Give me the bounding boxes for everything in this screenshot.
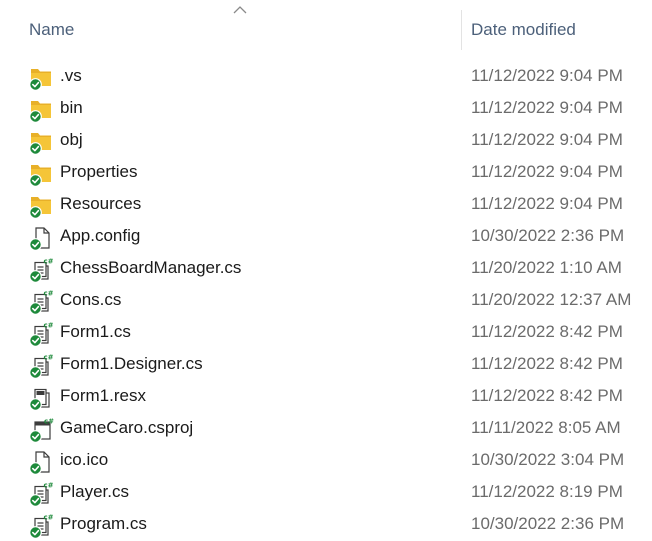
file-date-modified: 11/12/2022 8:19 PM xyxy=(471,482,623,501)
file-name: Properties xyxy=(60,162,138,181)
file-date-modified: 10/30/2022 3:04 PM xyxy=(471,450,625,469)
column-header-date-modified[interactable]: Date modified xyxy=(471,20,576,40)
csharp-file-icon: c# xyxy=(29,290,54,315)
file-date-modified: 11/12/2022 8:42 PM xyxy=(471,354,623,373)
folder-icon xyxy=(29,197,51,219)
folder-icon xyxy=(29,133,51,155)
file-date-modified: 10/30/2022 2:36 PM xyxy=(471,226,625,245)
column-header-bar: Name Date modified xyxy=(0,0,652,56)
csharp-file-icon: c# xyxy=(29,514,54,539)
file-date-modified: 11/20/2022 1:10 AM xyxy=(471,258,622,277)
svg-text:c#: c# xyxy=(44,514,54,522)
file-row[interactable]: c# Player.cs 11/12/2022 8:19 PM xyxy=(0,477,652,509)
column-header-name[interactable]: Name xyxy=(29,20,74,40)
file-row[interactable]: Resources 11/12/2022 9:04 PM xyxy=(0,189,652,221)
file-row[interactable]: c# Program.cs 10/30/2022 2:36 PM xyxy=(0,509,652,541)
file-row[interactable]: c# ChessBoardManager.cs 11/20/2022 1:10 AM xyxy=(0,253,652,285)
file-name: bin xyxy=(60,98,83,117)
svg-text:c#: c# xyxy=(44,417,54,425)
file-name: Program.cs xyxy=(60,514,147,533)
file-date-modified: 11/12/2022 9:04 PM xyxy=(471,162,623,181)
resx-file-icon xyxy=(29,388,50,411)
file-name: obj xyxy=(60,130,83,149)
svg-text:c#: c# xyxy=(44,322,54,330)
file-name: App.config xyxy=(60,226,141,245)
file-row[interactable]: Properties 11/12/2022 9:04 PM xyxy=(0,157,652,189)
file-row[interactable]: c# Cons.cs 11/20/2022 12:37 AM xyxy=(0,285,652,317)
file-name: ChessBoardManager.cs xyxy=(60,258,242,277)
csharp-file-icon: c# xyxy=(29,482,54,507)
file-name: .vs xyxy=(60,66,82,85)
csharp-file-icon: c# xyxy=(29,322,54,347)
file-name: Player.cs xyxy=(60,482,129,501)
file-name: GameCaro.csproj xyxy=(60,418,194,437)
file-date-modified: 10/30/2022 2:36 PM xyxy=(471,514,625,533)
file-list: Name Date modified .vs 11/12/2022 9:04 PM… xyxy=(0,0,652,541)
csharp-file-icon: c# xyxy=(29,354,54,379)
svg-text:c#: c# xyxy=(44,258,54,266)
file-date-modified: 11/12/2022 9:04 PM xyxy=(471,194,623,213)
file-row[interactable]: c# Form1.cs 11/12/2022 8:42 PM xyxy=(0,317,652,349)
file-name: ico.ico xyxy=(60,450,109,469)
csproj-file-icon: c# xyxy=(29,417,54,443)
file-date-modified: 11/12/2022 9:04 PM xyxy=(471,98,623,117)
csharp-file-icon: c# xyxy=(29,258,54,283)
sort-ascending-icon[interactable] xyxy=(231,5,249,15)
svg-text:c#: c# xyxy=(44,290,54,298)
file-name: Form1.cs xyxy=(60,322,131,341)
file-row[interactable]: c# GameCaro.csproj 11/11/2022 8:05 AM xyxy=(0,413,652,445)
file-row[interactable]: App.config 10/30/2022 2:36 PM xyxy=(0,221,652,253)
blank-file-icon xyxy=(29,451,50,475)
file-date-modified: 11/20/2022 12:37 AM xyxy=(471,290,632,309)
file-row[interactable]: bin 11/12/2022 9:04 PM xyxy=(0,93,652,125)
file-name: Form1.resx xyxy=(60,386,146,405)
svg-text:c#: c# xyxy=(44,354,54,362)
svg-text:c#: c# xyxy=(44,482,54,490)
file-date-modified: 11/12/2022 9:04 PM xyxy=(471,66,623,85)
file-row[interactable]: ico.ico 10/30/2022 3:04 PM xyxy=(0,445,652,477)
column-divider[interactable] xyxy=(461,10,462,50)
folder-icon xyxy=(29,165,51,187)
config-file-icon xyxy=(29,227,50,251)
file-row[interactable]: obj 11/12/2022 9:04 PM xyxy=(0,125,652,157)
file-row[interactable]: Form1.resx 11/12/2022 8:42 PM xyxy=(0,381,652,413)
file-row[interactable]: .vs 11/12/2022 9:04 PM xyxy=(0,61,652,93)
file-row[interactable]: c# Form1.Designer.cs 11/12/2022 8:42 PM xyxy=(0,349,652,381)
file-date-modified: 11/12/2022 9:04 PM xyxy=(471,130,623,149)
file-date-modified: 11/11/2022 8:05 AM xyxy=(471,418,621,437)
file-date-modified: 11/12/2022 8:42 PM xyxy=(471,386,623,405)
file-rows: .vs 11/12/2022 9:04 PM bin 11/12/2022 9:04 … xyxy=(0,61,652,541)
folder-icon xyxy=(29,69,51,91)
file-name: Resources xyxy=(60,194,142,213)
file-name: Form1.Designer.cs xyxy=(60,354,203,373)
file-date-modified: 11/12/2022 8:42 PM xyxy=(471,322,623,341)
file-name: Cons.cs xyxy=(60,290,122,309)
folder-icon xyxy=(29,101,51,123)
